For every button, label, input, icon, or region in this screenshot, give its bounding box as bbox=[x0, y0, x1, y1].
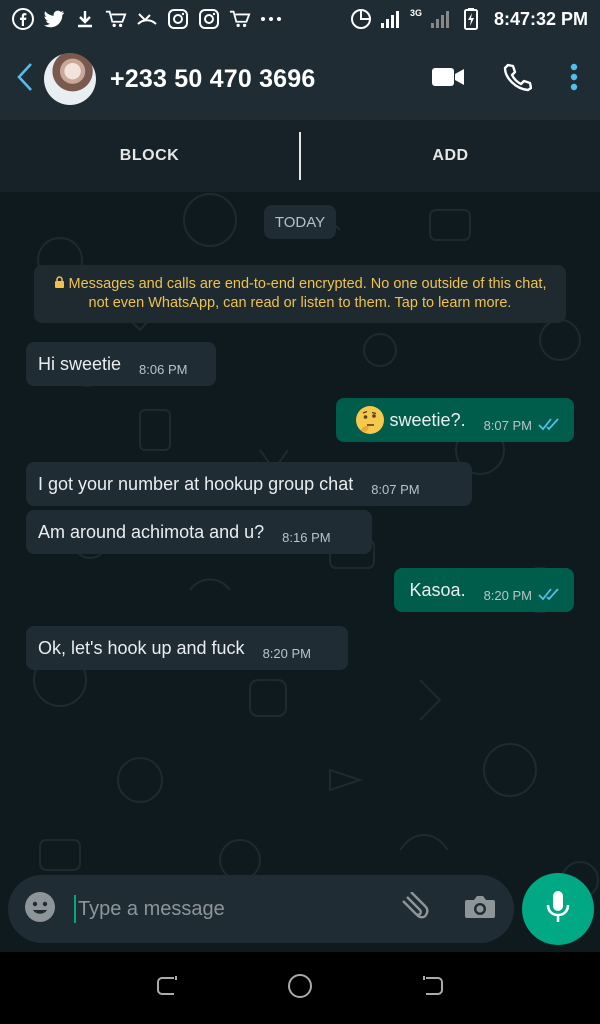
status-time: 8:47:32 PM bbox=[493, 8, 588, 29]
chat-area[interactable]: BLOCK ADD TODAY Messages and calls are e… bbox=[0, 120, 600, 952]
network-type-label: 3G bbox=[409, 8, 422, 18]
text-cursor bbox=[74, 895, 76, 923]
paperclip-icon bbox=[396, 890, 430, 926]
message-text: Am around achimota and u? bbox=[38, 521, 265, 542]
contact-name[interactable]: +233 50 470 3696 bbox=[110, 65, 315, 94]
attach-button[interactable] bbox=[396, 890, 430, 927]
read-ticks-icon bbox=[538, 415, 562, 436]
status-bar: 3G 8:47:32 PM bbox=[0, 0, 600, 38]
more-dots-icon bbox=[260, 8, 282, 30]
message-bubble-incoming[interactable]: Ok, let's hook up and fuck 8:20 PM bbox=[26, 626, 348, 670]
message-input-placeholder: Type a message bbox=[78, 897, 225, 920]
video-call-icon bbox=[432, 66, 464, 93]
video-call-button[interactable] bbox=[432, 66, 464, 93]
phone-icon bbox=[502, 62, 533, 97]
more-vert-icon bbox=[570, 63, 578, 96]
emoji-icon bbox=[24, 891, 56, 927]
thinking-face-icon bbox=[355, 406, 384, 434]
recent-apps-icon bbox=[154, 974, 180, 1003]
message-time: 8:07 PM bbox=[483, 417, 532, 433]
back-arrow-icon bbox=[16, 62, 34, 97]
battery-icon bbox=[460, 8, 482, 30]
message-text: Hi sweetie bbox=[38, 353, 122, 374]
voice-call-button[interactable] bbox=[502, 62, 533, 97]
data-saver-icon bbox=[350, 8, 372, 30]
cart-icon bbox=[229, 8, 251, 30]
message-text: sweetie?. bbox=[389, 409, 466, 430]
add-contact-button[interactable]: ADD bbox=[301, 147, 600, 165]
signal-icon bbox=[430, 8, 452, 30]
instagram-icon bbox=[198, 8, 220, 30]
camera-icon bbox=[464, 895, 496, 924]
encryption-notice-text: Messages and calls are end-to-end encryp… bbox=[68, 276, 547, 311]
encryption-notice[interactable]: Messages and calls are end-to-end encryp… bbox=[34, 265, 566, 323]
avatar[interactable] bbox=[44, 53, 96, 105]
instagram-icon bbox=[167, 8, 189, 30]
voice-message-button[interactable] bbox=[522, 873, 594, 945]
emoji-button[interactable] bbox=[24, 891, 56, 928]
message-text: Kasoa. bbox=[409, 579, 466, 600]
message-bubble-incoming[interactable]: Am around achimota and u? 8:16 PM bbox=[26, 510, 372, 554]
message-bubble-incoming[interactable]: I got your number at hookup group chat 8… bbox=[26, 462, 472, 506]
recent-apps-button[interactable] bbox=[147, 968, 187, 1008]
message-composer[interactable]: Type a message bbox=[8, 875, 514, 943]
twitter-icon bbox=[43, 8, 65, 30]
back-nav-button[interactable] bbox=[413, 968, 453, 1008]
message-bubble-outgoing[interactable]: Kasoa. 8:20 PM bbox=[394, 568, 574, 612]
home-circle-icon bbox=[286, 972, 314, 1005]
read-ticks-icon bbox=[538, 585, 562, 606]
microphone-icon bbox=[545, 890, 571, 929]
message-text: I got your number at hookup group chat bbox=[38, 473, 354, 494]
message-time: 8:20 PM bbox=[262, 645, 311, 661]
date-chip: TODAY bbox=[264, 205, 336, 239]
lock-icon bbox=[54, 276, 69, 292]
message-time: 8:07 PM bbox=[371, 481, 420, 497]
message-text: Ok, let's hook up and fuck bbox=[38, 637, 245, 658]
camera-button[interactable] bbox=[464, 894, 496, 925]
message-time: 8:06 PM bbox=[139, 361, 188, 377]
block-button[interactable]: BLOCK bbox=[0, 147, 299, 165]
back-button[interactable] bbox=[6, 38, 44, 120]
block-add-bar: BLOCK ADD bbox=[0, 120, 600, 192]
facebook-icon bbox=[12, 8, 34, 30]
chat-header: +233 50 470 3696 bbox=[0, 38, 600, 120]
back-nav-icon bbox=[420, 974, 446, 1003]
missed-call-icon bbox=[136, 8, 158, 30]
home-button[interactable] bbox=[280, 968, 320, 1008]
message-time: 8:20 PM bbox=[483, 587, 532, 603]
download-icon bbox=[74, 8, 96, 30]
message-input[interactable]: Type a message bbox=[74, 895, 396, 923]
message-time: 8:16 PM bbox=[282, 529, 331, 545]
cart-icon bbox=[105, 8, 127, 30]
signal-icon bbox=[380, 8, 402, 30]
more-options-button[interactable] bbox=[570, 63, 578, 96]
message-bubble-incoming[interactable]: Hi sweetie 8:06 PM bbox=[26, 342, 216, 386]
system-nav-bar bbox=[0, 952, 600, 1024]
message-bubble-outgoing[interactable]: sweetie?. 8:07 PM bbox=[336, 398, 574, 442]
